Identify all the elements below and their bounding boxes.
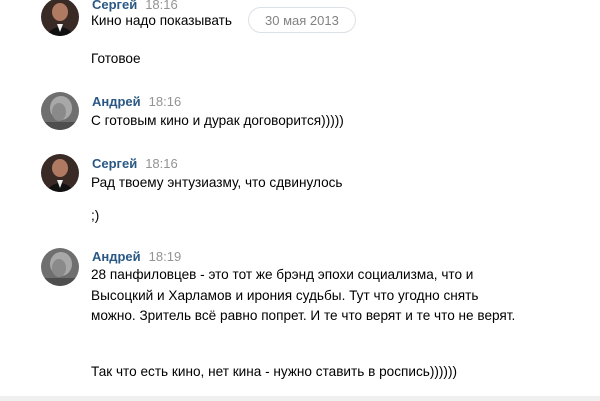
author-name[interactable]: Андрей	[92, 94, 141, 109]
avatar[interactable]	[41, 248, 79, 286]
timestamp[interactable]: 18:19	[149, 249, 182, 264]
author-name[interactable]: Андрей	[92, 249, 141, 264]
message-text: Так что есть кино, нет кина - нужно став…	[91, 364, 458, 379]
timestamp[interactable]: 18:16	[145, 156, 178, 171]
chat-history: Сергей 18:16 Кино надо показывать Готовое…	[0, 0, 600, 401]
date-divider: 30 мая 2013	[248, 7, 356, 33]
avatar[interactable]	[41, 154, 79, 192]
bottom-divider	[0, 396, 600, 401]
timestamp[interactable]: 18:16	[149, 94, 182, 109]
message-text: ;)	[91, 208, 100, 223]
message-text: Готовое	[91, 51, 141, 66]
message-text: 28 панфиловцев - это тот же брэнд эпохи …	[91, 267, 516, 324]
avatar[interactable]	[41, 0, 79, 36]
message-text: С готовым кино и дурак договорится)))))	[91, 113, 344, 128]
avatar[interactable]	[41, 92, 79, 130]
author-name[interactable]: Сергей	[92, 156, 137, 171]
message-text: Рад твоему энтузиазму, что сдвинулось	[91, 175, 343, 190]
